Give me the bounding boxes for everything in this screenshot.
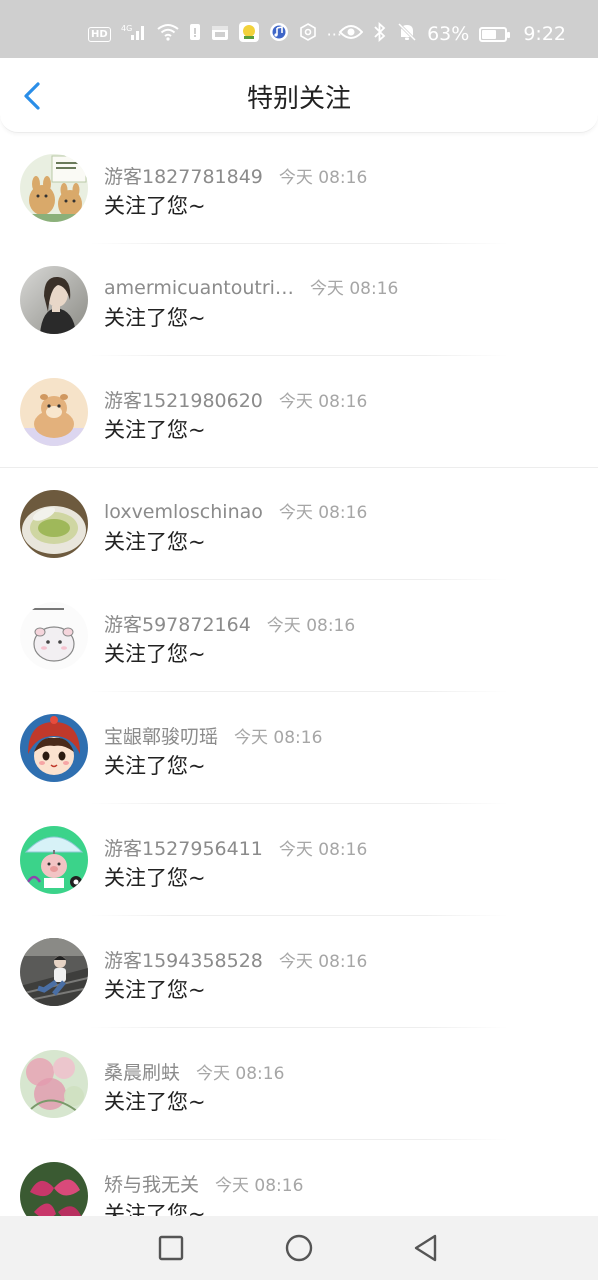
message-text: 关注了您~ <box>104 1090 206 1114</box>
status-bar: HD 4G ··· 63% 9:22 <box>0 0 598 58</box>
message-text: 关注了您~ <box>104 754 206 778</box>
message-text: 关注了您~ <box>104 194 206 218</box>
timestamp: 今天 08:16 <box>234 728 323 748</box>
bluetooth-icon <box>373 21 387 47</box>
timestamp: 今天 08:16 <box>215 1176 304 1196</box>
timestamp: 今天 08:16 <box>278 952 368 972</box>
user-name[interactable]: 游客1521980620 <box>104 390 263 412</box>
bell-muted-icon <box>397 22 417 47</box>
user-name[interactable]: 游客1527956411 <box>104 838 263 860</box>
avatar[interactable] <box>20 826 88 894</box>
4g-signal-icon: 4G <box>121 23 147 45</box>
avatar[interactable] <box>20 154 88 222</box>
status-right-icons: 63% 9:22 <box>338 20 566 48</box>
avatar[interactable] <box>20 1050 88 1118</box>
recent-apps-square-icon <box>158 1235 184 1261</box>
user-name[interactable]: loxvemloschinao <box>104 501 263 523</box>
user-name[interactable]: 游客1827781849 <box>104 166 263 188</box>
message-text: 关注了您~ <box>104 530 206 554</box>
timestamp: 今天 08:16 <box>309 279 399 299</box>
list-item[interactable]: 游客597872164 今天 08:16 关注了您~ <box>0 580 598 692</box>
user-name[interactable]: 宝龈鄣骏叨瑶 <box>104 726 218 748</box>
app-icon <box>238 22 259 46</box>
list-item[interactable]: 游客1521980620 今天 08:16 关注了您~ <box>0 356 598 468</box>
hd-icon: HD <box>88 26 111 42</box>
back-nav-button[interactable] <box>410 1232 442 1264</box>
list-item[interactable]: 桑晨刷蚨 今天 08:16 关注了您~ <box>0 1028 598 1140</box>
svg-text:4G: 4G <box>121 24 132 33</box>
app-header: 特别关注 <box>0 58 598 133</box>
timestamp: 今天 08:16 <box>266 616 356 636</box>
timestamp: 今天 08:16 <box>278 168 368 188</box>
user-name[interactable]: 游客1594358528 <box>104 950 263 972</box>
calendar-icon <box>211 23 229 45</box>
follow-list[interactable]: 游客1827781849 今天 08:16 关注了您~ amermicuantou… <box>0 132 598 1216</box>
avatar[interactable] <box>20 266 88 334</box>
eye-icon <box>338 23 364 45</box>
timestamp: 今天 08:16 <box>278 840 368 860</box>
avatar[interactable] <box>20 602 88 670</box>
list-item[interactable]: 游客1827781849 今天 08:16 关注了您~ <box>0 132 598 244</box>
message-text: 关注了您~ <box>104 306 206 330</box>
user-name[interactable]: amermicuantoutri… <box>104 277 294 299</box>
timestamp: 今天 08:16 <box>278 503 368 523</box>
back-triangle-icon <box>414 1234 437 1262</box>
avatar[interactable] <box>20 714 88 782</box>
avatar[interactable] <box>20 1162 88 1216</box>
list-item[interactable]: loxvemloschinao 今天 08:16 关注了您~ <box>0 468 598 580</box>
home-button[interactable] <box>283 1232 315 1264</box>
avatar[interactable] <box>20 490 88 558</box>
page-title: 特别关注 <box>246 84 351 114</box>
user-name[interactable]: 游客597872164 <box>104 614 251 636</box>
timestamp: 今天 08:16 <box>278 392 368 412</box>
battery-percent: 63% <box>427 23 470 45</box>
message-text: 关注了您~ <box>104 866 206 890</box>
message-text: 关注了您~ <box>104 978 206 1002</box>
list-item[interactable]: 游客1527956411 今天 08:16 关注了您~ <box>0 804 598 916</box>
clock: 9:22 <box>523 23 566 45</box>
list-item[interactable]: amermicuantoutri… 今天 08:16 关注了您~ <box>0 244 598 356</box>
sim-icon <box>189 23 201 45</box>
list-item[interactable]: 矫与我无关 今天 08:16 关注了您~ <box>0 1140 598 1216</box>
settings-icon <box>299 23 317 45</box>
list-item[interactable]: 宝龈鄣骏叨瑶 今天 08:16 关注了您~ <box>0 692 598 804</box>
system-nav-bar <box>0 1216 598 1280</box>
timestamp: 今天 08:16 <box>196 1064 285 1084</box>
user-name[interactable]: 矫与我无关 <box>104 1174 199 1196</box>
avatar[interactable] <box>20 378 88 446</box>
message-text: 关注了您~ <box>104 1202 206 1216</box>
list-item[interactable]: 游客1594358528 今天 08:16 关注了您~ <box>0 916 598 1028</box>
music-icon <box>269 22 289 46</box>
recent-apps-button[interactable] <box>155 1232 187 1264</box>
wifi-icon <box>157 23 179 45</box>
battery-level <box>482 29 497 39</box>
user-name[interactable]: 桑晨刷蚨 <box>104 1062 180 1084</box>
message-text: 关注了您~ <box>104 642 206 666</box>
battery-icon <box>479 26 511 42</box>
avatar[interactable] <box>20 938 88 1006</box>
home-circle-icon <box>285 1234 313 1262</box>
message-text: 关注了您~ <box>104 418 206 442</box>
status-left-icons: HD 4G ··· <box>88 20 342 48</box>
